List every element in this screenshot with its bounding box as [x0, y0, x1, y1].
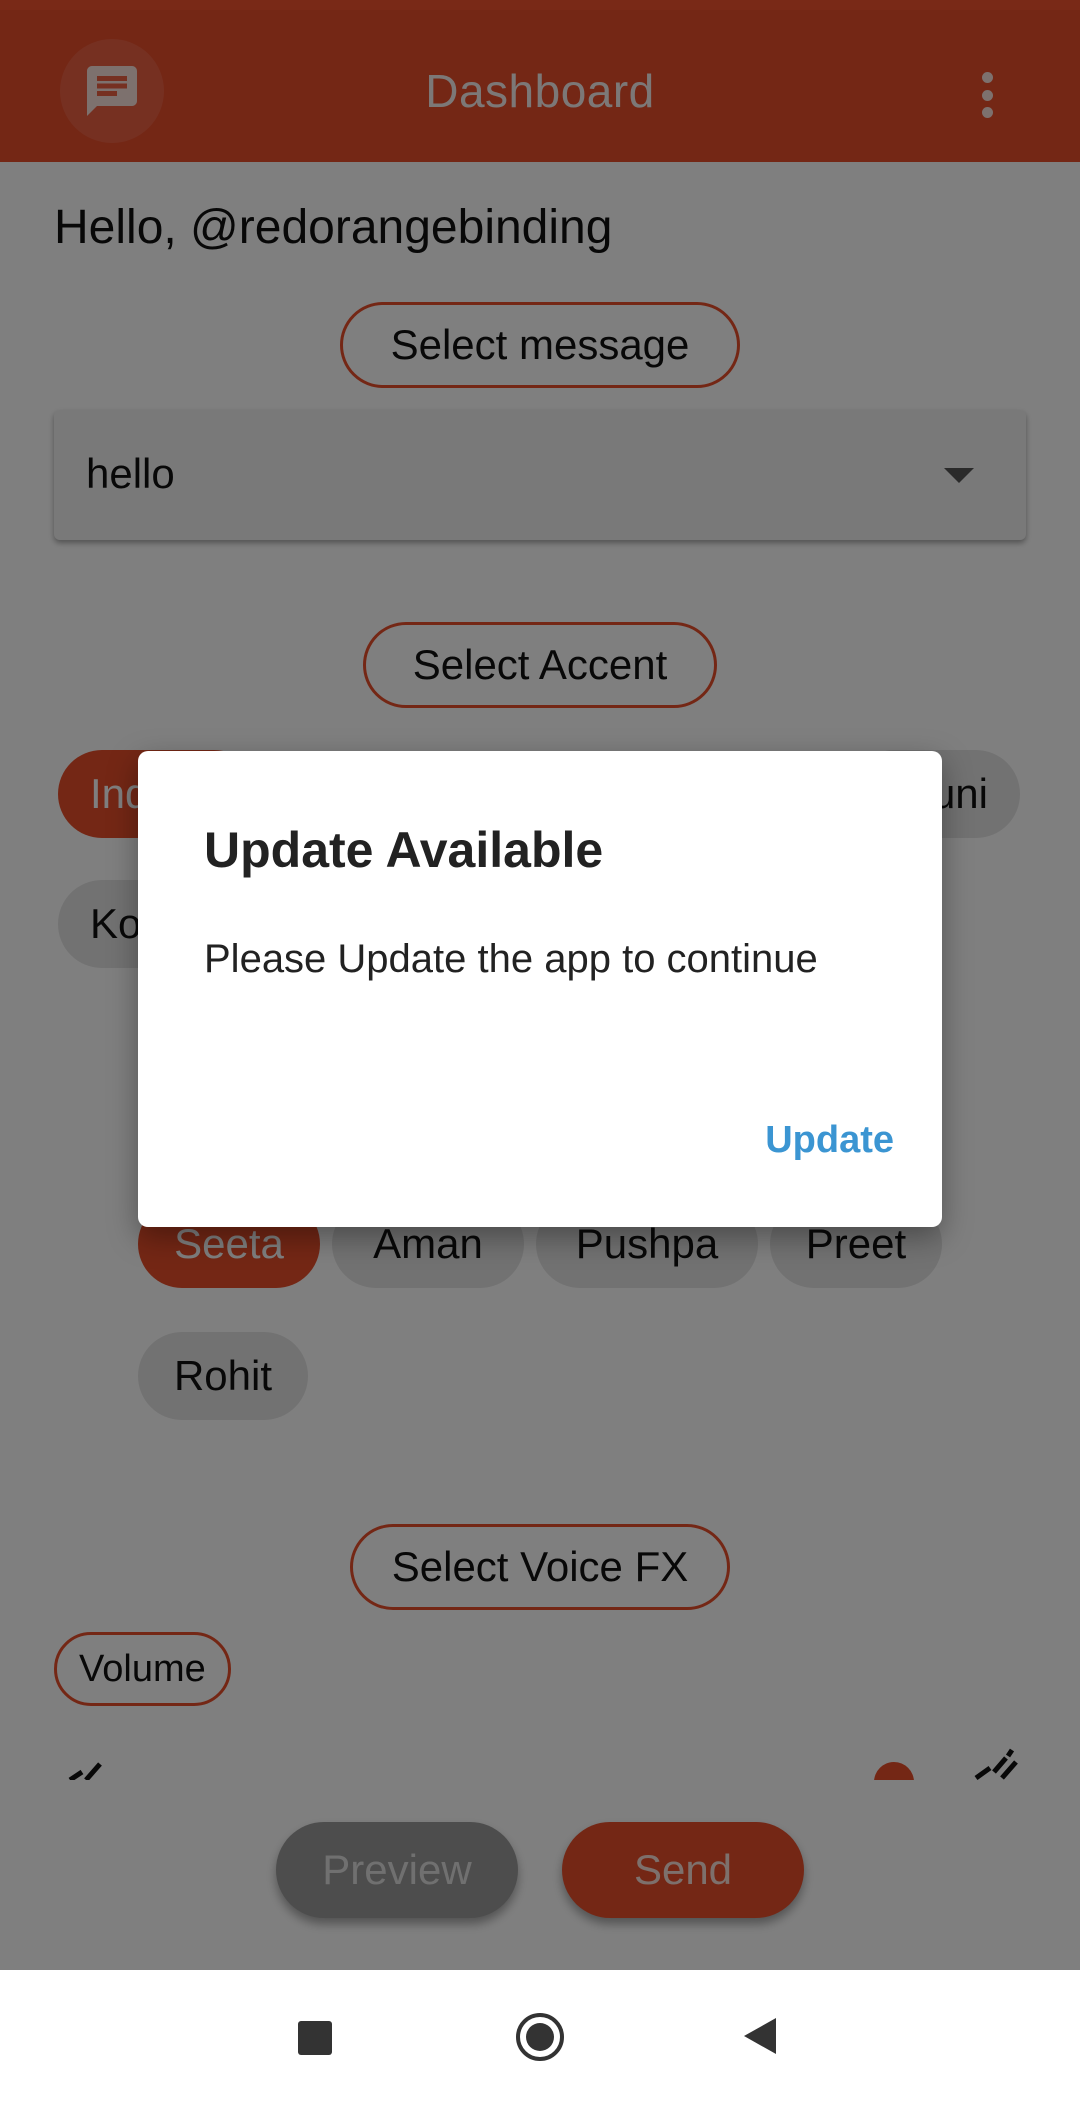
circle-home-icon[interactable]: [516, 2013, 564, 2061]
dashboard-screen: Dashboard Hello, @redorangebinding Selec…: [0, 0, 1080, 1970]
update-dialog: Update Available Please Update the app t…: [138, 751, 942, 1227]
triangle-back-icon[interactable]: [744, 2018, 776, 2054]
square-icon[interactable]: [298, 2021, 332, 2055]
system-nav-bar: [0, 1970, 1080, 2102]
update-button[interactable]: Update: [765, 1119, 894, 1162]
dialog-message: Please Update the app to continue: [204, 937, 818, 981]
dialog-title: Update Available: [204, 822, 604, 878]
